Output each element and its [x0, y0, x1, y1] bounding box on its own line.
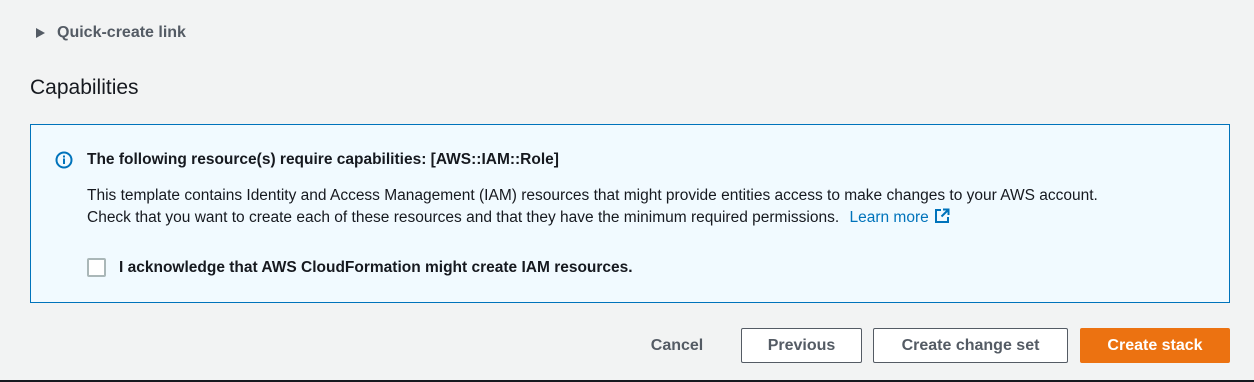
alert-heading: The following resource(s) require capabi… [87, 151, 559, 168]
capabilities-title: Capabilities [30, 76, 139, 99]
previous-button[interactable]: Previous [741, 328, 862, 363]
alert-body-line-2-text: Check that you want to create each of th… [87, 209, 840, 226]
create-change-set-button[interactable]: Create change set [873, 328, 1068, 363]
acknowledge-label[interactable]: I acknowledge that AWS CloudFormation mi… [119, 259, 633, 277]
cancel-button[interactable]: Cancel [630, 328, 724, 363]
quick-create-link-label: Quick-create link [57, 24, 186, 41]
info-icon [55, 151, 73, 169]
alert-body-line-2: Check that you want to create each of th… [87, 207, 1217, 229]
create-stack-button[interactable]: Create stack [1080, 328, 1230, 363]
learn-more-label: Learn more [849, 209, 929, 226]
learn-more-link[interactable]: Learn more [849, 208, 950, 226]
quick-create-link-expander[interactable]: Quick-create link [36, 24, 186, 42]
alert-body: This template contains Identity and Acce… [87, 185, 1217, 229]
capabilities-info-alert: The following resource(s) require capabi… [30, 124, 1230, 303]
stack-review-page: Quick-create link Capabilities The follo… [0, 0, 1254, 382]
caret-right-icon [36, 28, 45, 38]
alert-body-line-1: This template contains Identity and Acce… [87, 187, 1098, 204]
acknowledge-checkbox[interactable] [87, 258, 106, 277]
acknowledge-row[interactable]: I acknowledge that AWS CloudFormation mi… [87, 258, 633, 277]
external-link-icon [934, 208, 950, 223]
